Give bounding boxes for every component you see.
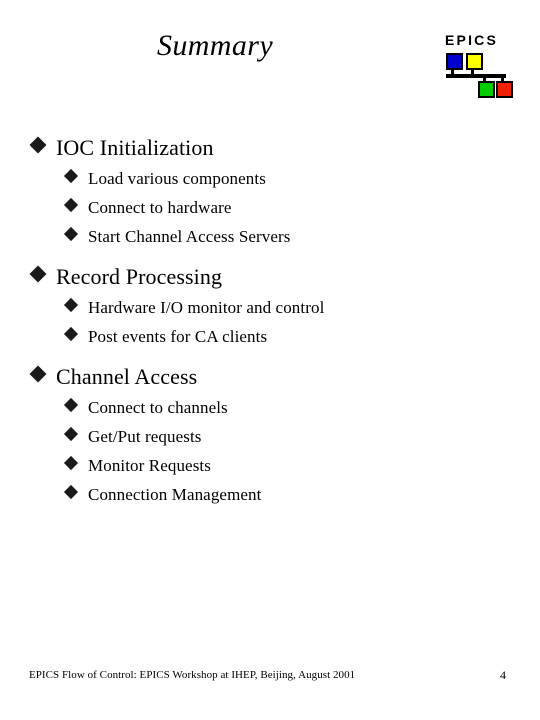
outline-heading-label: Record Processing [56,263,223,289]
outline-item: Load various components [63,163,540,192]
outline-item-label: Start Channel Access Servers [88,226,291,246]
diamond-bullet-icon [63,327,79,342]
outline-item: Monitor Requests [63,450,540,479]
outline-item-label: Connect to channels [88,397,228,417]
diamond-bullet-icon [63,198,79,213]
outline-item: Get/Put requests [63,421,540,450]
outline-item: Connect to hardware [63,192,540,221]
outline-heading: Channel Access [29,359,540,392]
outline-item-label: Hardware I/O monitor and control [88,297,325,317]
diamond-bullet-icon [63,298,79,313]
outline-section: IOC Initialization Load various componen… [0,130,540,250]
outline-heading: IOC Initialization [29,130,540,163]
slide-canvas: Summary EPICS IOC Initialization Load va… [0,0,540,720]
outline-item: Hardware I/O monitor and control [63,292,540,321]
outline-section: Record Processing Hardware I/O monitor a… [0,259,540,350]
outline-item-label: Connect to hardware [88,197,232,217]
diamond-bullet-icon [63,456,79,471]
outline-item: Post events for CA clients [63,321,540,350]
outline-section: Channel Access Connect to channels Get/P… [0,359,540,508]
page-title: Summary [156,29,274,62]
diamond-bullet-icon [63,227,79,242]
outline-heading-label: IOC Initialization [56,134,214,160]
outline-item: Connection Management [63,479,540,508]
footer-caption: EPICS Flow of Control: EPICS Workshop at… [29,669,356,681]
outline-heading: Record Processing [29,259,540,292]
blue-node-icon [446,53,463,70]
outline-item-label: Post events for CA clients [88,326,268,346]
network-diagram-icon [440,52,518,102]
epics-wordmark: EPICS [445,32,499,48]
diamond-bullet-icon [63,398,79,413]
diamond-bullet-icon [63,485,79,500]
network-bus-line [446,74,506,78]
outline-item-label: Connection Management [88,484,262,504]
diamond-bullet-icon [29,136,47,154]
outline-heading-label: Channel Access [56,363,198,389]
outline-item-label: Load various components [88,168,266,188]
red-node-icon [496,81,513,98]
slide-footer: EPICS Flow of Control: EPICS Workshop at… [0,666,540,686]
yellow-node-icon [466,53,483,70]
page-number: 4 [500,668,506,682]
outline-item-label: Get/Put requests [88,426,202,446]
outline-item: Connect to channels [63,392,540,421]
outline-item-label: Monitor Requests [88,455,211,475]
outline-item: Start Channel Access Servers [63,221,540,250]
diamond-bullet-icon [63,169,79,184]
diamond-bullet-icon [29,365,47,383]
epics-logo: EPICS [440,32,518,102]
green-node-icon [478,81,495,98]
diamond-bullet-icon [63,427,79,442]
diamond-bullet-icon [29,265,47,283]
slide-content: IOC Initialization Load various componen… [0,130,540,508]
